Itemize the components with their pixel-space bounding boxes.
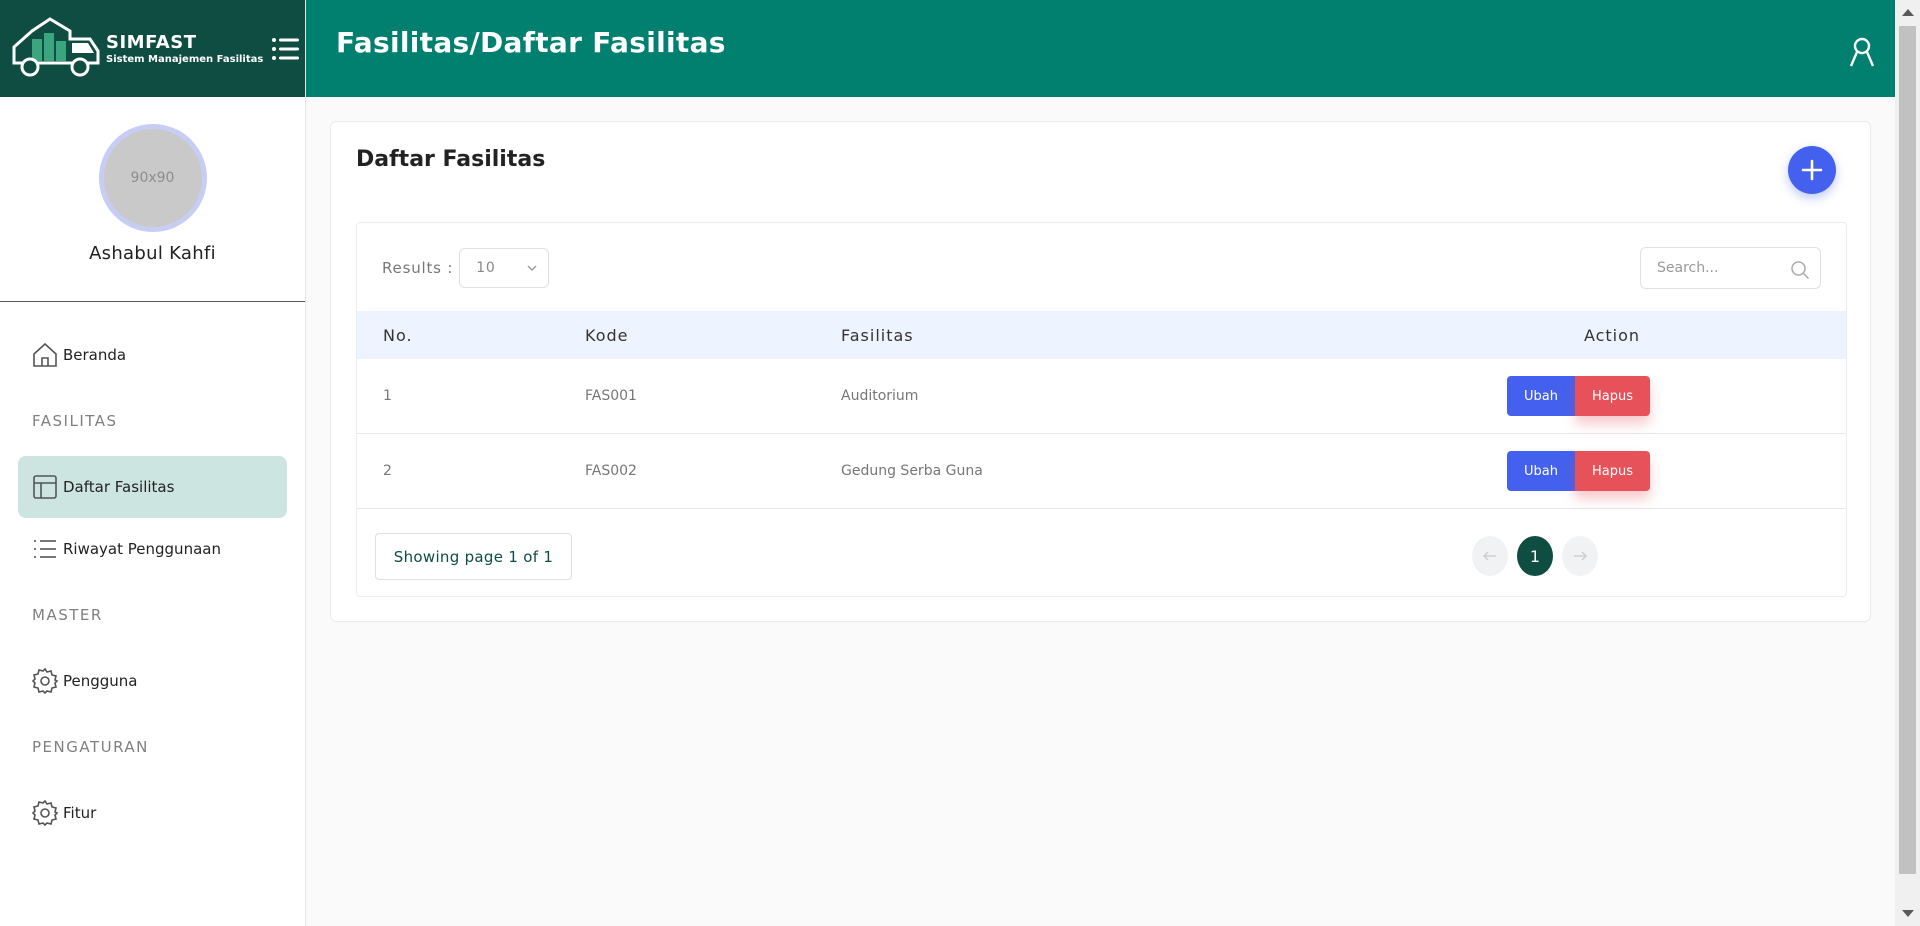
- facility-list-card: Daftar Fasilitas Results : 10 No. Kode F…: [330, 121, 1871, 622]
- edit-button[interactable]: Ubah: [1507, 451, 1575, 491]
- sidebar-section-fasilitas: FASILITAS: [32, 412, 118, 430]
- brand-subtitle: Sistem Manajemen Fasilitas: [106, 54, 264, 65]
- scroll-thumb[interactable]: [1899, 26, 1916, 874]
- sidebar-item-label: Beranda: [63, 346, 127, 364]
- edit-button[interactable]: Ubah: [1507, 376, 1575, 416]
- brand-header: SIMFAST Sistem Manajemen Fasilitas: [0, 0, 305, 97]
- page-size-value: 10: [476, 260, 496, 276]
- cell-kode: FAS001: [585, 388, 637, 404]
- cell-fasilitas: Gedung Serba Guna: [841, 463, 983, 479]
- delete-button[interactable]: Hapus: [1575, 376, 1650, 416]
- table-row: 1 FAS001 Auditorium Ubah Hapus: [357, 359, 1846, 434]
- user-menu-icon[interactable]: [1847, 36, 1877, 68]
- sidebar-item-pengguna[interactable]: Pengguna: [18, 650, 287, 712]
- table-header: No. Kode Fasilitas Action: [357, 311, 1846, 359]
- scroll-up-icon[interactable]: [1902, 9, 1914, 16]
- arrow-left-icon: [1483, 551, 1496, 561]
- scroll-down-icon[interactable]: [1902, 910, 1914, 917]
- page-size-select[interactable]: 10: [459, 248, 550, 288]
- search-input[interactable]: [1657, 260, 1777, 276]
- sidebar-item-riwayat-penggunaan[interactable]: Riwayat Penggunaan: [18, 518, 287, 580]
- arrow-right-icon: [1574, 551, 1587, 561]
- pagination: 1: [1472, 536, 1598, 576]
- sidebar-section-pengaturan: PENGATURAN: [32, 738, 149, 756]
- delete-button[interactable]: Hapus: [1575, 451, 1650, 491]
- results-control: Results : 10: [382, 248, 550, 288]
- cell-no: 1: [383, 388, 392, 404]
- column-header-fasilitas[interactable]: Fasilitas: [841, 326, 914, 345]
- sidebar-section-master: MASTER: [32, 606, 103, 624]
- profile-name: Ashabul Kahfi: [89, 243, 216, 264]
- row-actions: Ubah Hapus: [1507, 451, 1650, 491]
- sidebar: SIMFAST Sistem Manajemen Fasilitas 90x90…: [0, 0, 306, 926]
- column-header-no[interactable]: No.: [383, 326, 413, 345]
- chevron-down-icon: [527, 265, 537, 271]
- sidebar-item-label: Pengguna: [63, 672, 138, 690]
- profile-panel: 90x90 Ashabul Kahfi: [0, 97, 305, 302]
- plus-icon: [1801, 159, 1823, 181]
- sidebar-item-daftar-fasilitas[interactable]: Daftar Fasilitas: [18, 456, 287, 518]
- sidebar-item-fitur[interactable]: Fitur: [18, 782, 287, 844]
- avatar[interactable]: 90x90: [98, 124, 207, 232]
- cell-fasilitas: Auditorium: [841, 388, 919, 404]
- column-header-action: Action: [1583, 325, 1641, 345]
- next-page-button[interactable]: [1562, 536, 1598, 576]
- page-info: Showing page 1 of 1: [375, 533, 572, 580]
- page-button-1[interactable]: 1: [1517, 536, 1553, 576]
- page-scrollbar[interactable]: [1895, 0, 1920, 926]
- table-row: 2 FAS002 Gedung Serba Guna Ubah Hapus: [357, 434, 1846, 509]
- search-box[interactable]: [1640, 247, 1821, 289]
- home-icon: [33, 342, 57, 367]
- layout-icon: [33, 475, 57, 499]
- sidebar-item-label: Daftar Fasilitas: [63, 478, 175, 496]
- sidebar-item-label: Riwayat Penggunaan: [63, 540, 221, 558]
- prev-page-button[interactable]: [1472, 536, 1508, 576]
- truck-logo-icon: [12, 16, 100, 76]
- card-title: Daftar Fasilitas: [356, 147, 546, 172]
- sidebar-item-label: Fitur: [63, 804, 97, 822]
- row-actions: Ubah Hapus: [1507, 376, 1650, 416]
- cell-no: 2: [383, 463, 392, 479]
- gear-icon: [31, 667, 59, 695]
- search-icon: [1791, 261, 1810, 280]
- sidebar-item-beranda[interactable]: Beranda: [18, 324, 287, 386]
- results-label: Results :: [382, 259, 454, 277]
- data-table: Results : 10 No. Kode Fasilitas Action 1…: [356, 222, 1847, 597]
- sidebar-menu: Beranda FASILITAS Daftar Fasilitas Riway…: [0, 302, 305, 844]
- hamburger-menu-icon[interactable]: [271, 36, 301, 62]
- add-facility-button[interactable]: [1788, 146, 1836, 194]
- cell-kode: FAS002: [585, 463, 637, 479]
- brand-name: SIMFAST: [106, 32, 197, 53]
- list-icon: [34, 540, 56, 558]
- page-title: Fasilitas/Daftar Fasilitas: [336, 26, 726, 59]
- topbar: Fasilitas/Daftar Fasilitas: [306, 0, 1895, 97]
- column-header-kode[interactable]: Kode: [585, 326, 628, 345]
- gear-icon: [31, 799, 59, 827]
